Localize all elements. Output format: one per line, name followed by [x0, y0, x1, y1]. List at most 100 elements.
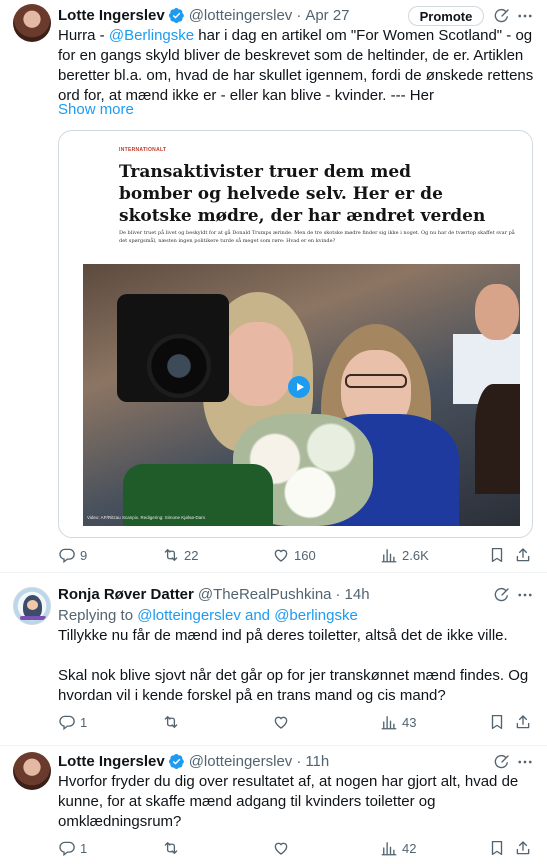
show-more-link[interactable]: Show more [58, 100, 134, 120]
more-button[interactable] [516, 7, 534, 25]
photo-detail [223, 322, 293, 406]
photo-detail [475, 284, 519, 340]
replying-prefix: Replying to [58, 607, 138, 624]
views-button[interactable]: 42 [380, 838, 416, 858]
author-handle[interactable]: @lotteingerslev [189, 7, 293, 24]
tweet-reply[interactable]: Ronja Røver Datter @TheRealPushkina · 14… [0, 573, 547, 745]
repost-button[interactable] [162, 712, 184, 732]
tweet-text: Hurra - @Berlingske har i dag en artikel… [58, 26, 536, 106]
tweet-actions: 1 43 [58, 712, 536, 732]
tweet-reply[interactable]: Lotte Ingerslev @lotteingerslev · 11h Hv… [0, 746, 547, 864]
like-button[interactable] [272, 712, 294, 732]
photo-detail [345, 374, 407, 388]
more-icon [516, 7, 534, 25]
like-button[interactable]: 160 [272, 545, 316, 565]
share-button[interactable] [514, 545, 536, 565]
promote-button[interactable]: Promote [408, 6, 484, 26]
replying-to: Replying to @lotteingerslev and @berling… [58, 606, 536, 626]
bookmark-icon [488, 546, 506, 564]
separator-dot: · [296, 6, 302, 24]
reply-button[interactable]: 9 [58, 545, 87, 565]
repost-button[interactable]: 22 [162, 545, 198, 565]
share-icon [514, 713, 532, 731]
like-button[interactable] [272, 838, 294, 858]
avatar-detail [27, 600, 38, 610]
reply-count: 1 [80, 714, 88, 730]
bookmark-button[interactable] [488, 712, 510, 732]
views-icon [380, 546, 398, 564]
repost-icon [162, 839, 180, 857]
grok-icon [493, 586, 511, 604]
grok-icon [493, 753, 511, 771]
tweet-text: Tillykke nu får de mænd ind på deres toi… [58, 627, 508, 644]
views-count: 2.6K [402, 547, 429, 563]
grok-button[interactable] [493, 753, 511, 771]
share-icon [514, 839, 532, 857]
tweet-text-2: Skal nok blive sjovt når det går op for … [58, 667, 529, 704]
tweet-header: Lotte Ingerslev @lotteingerslev · Apr 27 [58, 5, 350, 25]
views-button[interactable]: 2.6K [380, 545, 429, 565]
replying-to-links[interactable]: @lotteingerslev and @berlingske [137, 607, 358, 624]
timestamp[interactable]: 14h [345, 586, 370, 603]
like-icon [272, 839, 290, 857]
more-icon [516, 586, 534, 604]
share-icon [514, 546, 532, 564]
reply-icon [58, 839, 76, 857]
share-button[interactable] [514, 838, 536, 858]
article-kicker: INTERNATIONALT [119, 147, 167, 153]
more-icon [516, 753, 534, 771]
reply-count: 9 [80, 547, 88, 563]
article-lede: De bliver truet på livet og beskyldt for… [119, 230, 515, 244]
bookmark-button[interactable] [488, 545, 510, 565]
article-headline: Transaktivister truer dem med bomber og … [119, 162, 486, 226]
grok-button[interactable] [493, 7, 511, 25]
play-icon[interactable] [288, 376, 310, 398]
reply-icon [58, 546, 76, 564]
like-icon [272, 713, 290, 731]
author-handle[interactable]: @lotteingerslev [189, 753, 293, 770]
avatar-detail [20, 616, 46, 620]
separator-dot: · [335, 585, 341, 603]
author-name[interactable]: Lotte Ingerslev [58, 7, 165, 24]
author-name[interactable]: Ronja Røver Datter [58, 586, 194, 603]
avatar[interactable] [13, 752, 51, 790]
repost-count: 22 [184, 547, 199, 563]
reply-button[interactable]: 1 [58, 712, 87, 732]
tweet-header: Lotte Ingerslev @lotteingerslev · 11h [58, 751, 329, 771]
timestamp[interactable]: Apr 27 [305, 7, 349, 24]
views-icon [380, 713, 398, 731]
views-button[interactable]: 43 [380, 712, 416, 732]
timestamp[interactable]: 11h [305, 753, 329, 770]
text-part: Hurra - [58, 27, 109, 44]
grok-button[interactable] [493, 586, 511, 604]
separator-dot: · [296, 752, 302, 770]
bookmark-button[interactable] [488, 838, 510, 858]
tweet-main[interactable]: Lotte Ingerslev @lotteingerslev · Apr 27… [0, 0, 547, 572]
author-name[interactable]: Lotte Ingerslev [58, 753, 165, 770]
like-icon [272, 546, 290, 564]
avatar[interactable] [13, 4, 51, 42]
media-card[interactable]: INTERNATIONALT Transaktivister truer dem… [58, 130, 533, 538]
tweet-header: Ronja Røver Datter @TheRealPushkina · 14… [58, 584, 370, 604]
verified-badge-icon [168, 7, 185, 24]
bookmark-icon [488, 713, 506, 731]
more-button[interactable] [516, 586, 534, 604]
views-count: 43 [402, 714, 417, 730]
grok-icon [493, 7, 511, 25]
bookmark-icon [488, 839, 506, 857]
repost-button[interactable] [162, 838, 184, 858]
mention-link[interactable]: @Berlingske [109, 27, 194, 44]
verified-badge-icon [168, 753, 185, 770]
reply-button[interactable]: 1 [58, 838, 87, 858]
avatar[interactable] [13, 587, 51, 625]
more-button[interactable] [516, 753, 534, 771]
repost-icon [162, 713, 180, 731]
tweet-actions: 9 22 160 2.6K [58, 545, 536, 565]
video-caption: Video: AP/Ritzau Scanpix. Redigering: Si… [87, 515, 205, 520]
photo-detail [475, 384, 520, 494]
author-handle[interactable]: @TheRealPushkina [198, 586, 332, 603]
views-icon [380, 839, 398, 857]
share-button[interactable] [514, 712, 536, 732]
video-thumbnail[interactable]: Video: AP/Ritzau Scanpix. Redigering: Si… [83, 264, 520, 526]
tweet-actions: 1 42 [58, 838, 536, 858]
